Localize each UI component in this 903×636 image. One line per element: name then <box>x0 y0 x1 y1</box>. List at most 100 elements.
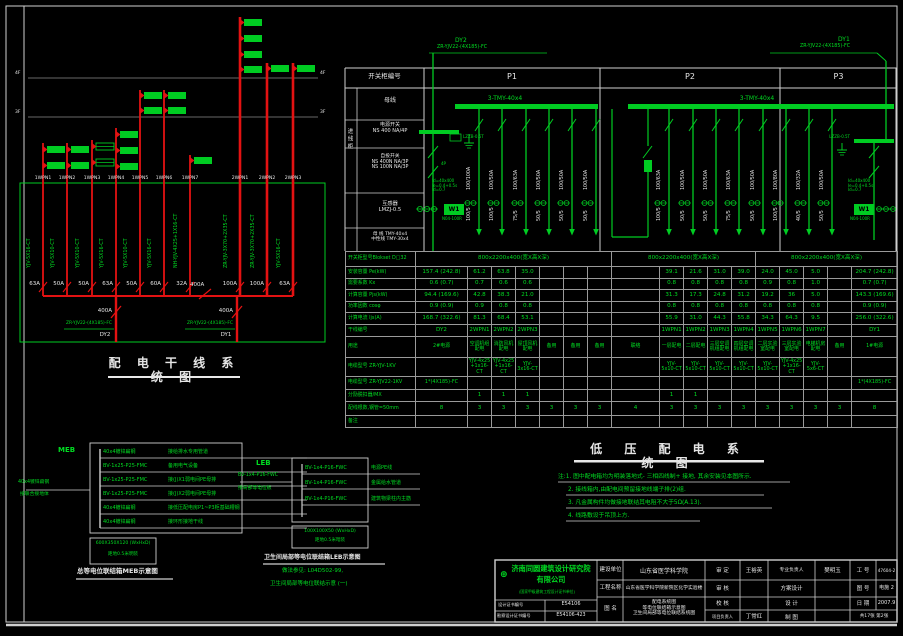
table-cell: 5.0 <box>804 267 828 279</box>
table-cell: 0.8 <box>684 302 708 313</box>
table-cell <box>588 377 612 390</box>
table-cell <box>828 267 852 279</box>
row-label: 计算电流 Ijs(A) <box>346 313 416 325</box>
lv-title: 低 压 配 电 系 统 图 <box>574 442 764 470</box>
table-cell <box>564 279 588 290</box>
client-value: 山东省医学科学院 <box>623 568 705 575</box>
table-cell: 143.3 (169.6) <box>852 290 898 302</box>
floor-label: 4F <box>15 71 20 76</box>
table-cell: 备用 <box>828 337 852 358</box>
table-cell <box>852 390 898 402</box>
scheme-label: 方案设计 <box>768 586 815 592</box>
date-value: 2007.9 <box>876 601 897 607</box>
table-cell <box>588 313 612 325</box>
table-cell: 屋顶风机 配电 <box>516 337 540 358</box>
meb-wire: 40x4镀锌扁钢 <box>103 506 165 512</box>
table-cell: 四层空调 机组配电 <box>732 337 756 358</box>
table-cell: 0.7 <box>468 279 492 290</box>
table-cell: 一层配电 <box>660 337 684 358</box>
table-cell: 0.8 <box>732 279 756 290</box>
table-cell: 44.3 <box>708 313 732 325</box>
jobno-value: 47604-2 <box>876 569 897 574</box>
table-cell: 63.8 <box>492 267 516 279</box>
table-cell: 38.3 <box>492 290 516 302</box>
spec-ats-switch: 自投开关 NS 400N NA/3P NS 100N NA/3P <box>358 154 422 171</box>
table-cell <box>564 267 588 279</box>
leb-dest: 电源PE线 <box>371 466 441 472</box>
feeder-ct: 100/5 <box>468 207 474 221</box>
table-cell: 备用 <box>564 337 588 358</box>
feeder-ct: 50/5 <box>561 210 567 221</box>
riser-cable: YJV-5X16-CT <box>149 238 155 268</box>
incoming-cable: ZR-YJV22-(4X185)-FC <box>62 321 116 326</box>
table-cell: 3 <box>756 402 780 416</box>
incoming-cable: ZR-YJV22-(4X185)-FC <box>183 321 237 326</box>
floor-label: 3F <box>320 110 325 115</box>
incoming-name: DY1 <box>838 36 850 43</box>
cad-sheet: 4F 4F 3F 3F 1WPN1 1WPN2 1WPN3 1WPN4 1WPN… <box>0 0 903 636</box>
table-cell: 备用 <box>588 337 612 358</box>
ct-box-label: LZZB-0.5T <box>822 135 850 140</box>
table-cell: 94.4 (169.6) <box>416 290 468 302</box>
meb-box-size: 600X350X120 (WxHxD) <box>91 541 155 546</box>
table-cell: 1#电源 <box>852 337 898 358</box>
table-cell <box>612 377 660 390</box>
incoming-cable: ZR-YJV22-(4X185)-FC <box>800 44 850 50</box>
leb-wire: BV-1x4-P16-FWC <box>305 497 365 503</box>
table-cell: 1*(4X185)-FC <box>416 377 468 390</box>
leb-wire: BV-1x4-P16-FWC <box>305 481 365 487</box>
project-value: 山东省医学科学院新院区化学实验楼 <box>623 586 705 592</box>
table-cell: 45.0 <box>780 267 804 279</box>
table-cell <box>852 358 898 377</box>
feeder-breaker: 100/63A <box>658 170 664 190</box>
table-cell: 二层配电 <box>684 337 708 358</box>
table-cell: 三层空调 机组配电 <box>708 337 732 358</box>
table-cell <box>468 377 492 390</box>
table-row: 配线根数,钢管=50mm83333334333333338 <box>346 402 898 416</box>
jobno-label: 工 号 <box>850 568 876 574</box>
table-cell: 0.6 <box>516 279 540 290</box>
riser-cable: YJV-5X16-CT <box>278 238 284 268</box>
table-cell <box>540 313 564 325</box>
table-cell <box>564 325 588 337</box>
check-label: 审 核 <box>705 586 740 592</box>
incoming-name: DY1 <box>217 332 235 338</box>
table-cell: 5.0 <box>804 290 828 302</box>
table-cell <box>564 416 588 428</box>
riser-breaker: 63A <box>21 281 40 287</box>
spec-ct: 互感器 LMZJ-0.5 <box>358 201 422 213</box>
row-label: 安装容量 Pe(kW) <box>346 267 416 279</box>
draft-label: 制 图 <box>768 615 815 621</box>
riser-name: 1WPN5 <box>127 176 153 181</box>
incoming-amp: 400A <box>90 308 112 314</box>
table-cell: DY1 <box>852 325 898 337</box>
lead-value: 樊明玉 <box>815 568 850 574</box>
table-cell: 35.0 <box>516 267 540 279</box>
table-row: 功率因数 cosφ0.9 (0.9)0.90.80.80.80.80.80.80… <box>346 302 898 313</box>
table-row: 电缆型号 ZR-YJV22-1KV1*(4X185)-FC1*(4X185)-F… <box>346 377 898 390</box>
meb-label: MEB <box>58 446 75 454</box>
table-cell: 3 <box>660 402 684 416</box>
table-cell <box>540 358 564 377</box>
table-cell: 2WPN2 <box>492 325 516 337</box>
feeder-breaker: 100/50A <box>561 170 567 190</box>
table-row: 干线编号DY22WPN12WPN22WPN31WPN11WPN21WPN31WP… <box>346 325 898 337</box>
riser-name: 1WPN1 <box>30 176 56 181</box>
row-label: 计算容量 Pjs(kW) <box>346 290 416 302</box>
trunk-title: 配 电 干 线 系 统 图 <box>104 356 244 384</box>
table-cell <box>564 313 588 325</box>
table-cell: 0.9 <box>756 279 780 290</box>
table-cell <box>708 416 732 428</box>
table-cell <box>588 279 612 290</box>
table-cell <box>732 416 756 428</box>
lead-label: 专业负责人 <box>768 568 815 574</box>
header-p1: P1 <box>424 72 600 81</box>
table-cell: YJV- 5x10-CT <box>660 358 684 377</box>
row-label: 电缆型号 ZR-YJV22-1KV <box>346 377 416 390</box>
feeder-ct: 50/5 <box>682 210 688 221</box>
table-cell: 0.9 (0.9) <box>852 302 898 313</box>
table-cell: 0.8 <box>780 279 804 290</box>
table-cell: 1WPN1 <box>660 325 684 337</box>
riser-name: 1WPN3 <box>79 176 105 181</box>
riser-breaker: 50A <box>118 281 137 287</box>
